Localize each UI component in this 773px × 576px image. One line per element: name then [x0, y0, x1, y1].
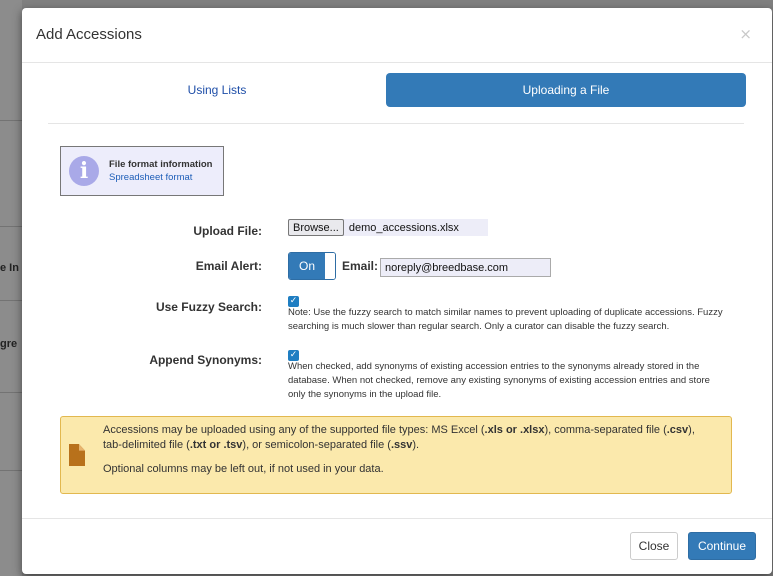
alert-text-part: ), [688, 424, 695, 436]
backdrop-divider [0, 120, 22, 121]
backdrop-text-fragment: gre [0, 338, 18, 350]
alert-ext-excel: .xls or .xlsx [484, 424, 545, 436]
continue-button[interactable]: Continue [688, 532, 756, 560]
add-accessions-dialog: Add Accessions × Using Lists Uploading a… [22, 8, 772, 574]
dialog-title: Add Accessions [36, 26, 142, 43]
fuzzy-note-line: searching is much slower than regular se… [288, 321, 670, 332]
email-alert-label: Email Alert: [195, 259, 262, 273]
browse-button[interactable]: Browse... [288, 219, 344, 236]
alert-ext-ssv: .ssv [390, 439, 413, 451]
tab-divider [48, 123, 744, 124]
file-types-alert: Accessions may be uploaded using any of … [60, 416, 732, 494]
spreadsheet-format-link[interactable]: Spreadsheet format [109, 171, 212, 184]
alert-text-part: tab-delimited file ( [103, 439, 190, 451]
alert-text-part: ), or semicolon-separated file ( [242, 439, 391, 451]
upload-file-input[interactable]: Browse... demo_accessions.xlsx [288, 219, 488, 236]
email-alert-toggle[interactable]: On [288, 252, 336, 280]
tab-using-lists[interactable]: Using Lists [48, 73, 386, 107]
backdrop-divider [0, 226, 22, 227]
info-icon: i [69, 156, 99, 186]
file-format-info-box: i File format information Spreadsheet fo… [60, 146, 224, 196]
synonyms-note-line: When checked, add synonyms of existing a… [288, 361, 700, 372]
backdrop-divider [0, 392, 22, 393]
backdrop-divider [0, 300, 22, 301]
close-icon[interactable]: × [739, 25, 752, 43]
file-format-title: File format information [109, 159, 213, 170]
close-button[interactable]: Close [630, 532, 678, 560]
tab-uploading-file[interactable]: Uploading a File [386, 73, 746, 107]
dialog-header: Add Accessions × [22, 8, 772, 63]
email-label: Email: [342, 259, 379, 273]
toggle-handle [325, 253, 335, 279]
backdrop-text-fragment: e In [0, 262, 19, 274]
upload-method-tabs: Using Lists Uploading a File [48, 73, 746, 109]
alert-text-part: Accessions may be uploaded using any of … [103, 424, 485, 436]
synonyms-note-line: only the synonyms in the upload file. [288, 389, 442, 400]
backdrop-strip-left [0, 0, 22, 576]
append-synonyms-note: When checked, add synonyms of existing a… [288, 360, 764, 402]
document-icon [69, 444, 85, 466]
append-synonyms-label: Append Synonyms: [149, 353, 262, 367]
fuzzy-search-label: Use Fuzzy Search: [155, 300, 262, 314]
alert-text: Accessions may be uploaded using any of … [103, 423, 723, 477]
alert-text-part: ), comma-separated file ( [544, 424, 667, 436]
upload-file-label: Upload File: [193, 224, 262, 238]
synonyms-note-line: database. When not checked, remove any e… [288, 375, 710, 386]
alert-ext-csv: .csv [666, 424, 689, 436]
alert-text-part: ). [412, 439, 420, 451]
dialog-footer: Close Continue [22, 518, 772, 574]
optional-columns-note: Optional columns may be left out, if not… [103, 463, 384, 475]
fuzzy-search-note: Note: Use the fuzzy search to match simi… [288, 306, 764, 334]
selected-file-name: demo_accessions.xlsx [348, 221, 459, 234]
fuzzy-note-line: Note: Use the fuzzy search to match simi… [288, 307, 723, 318]
backdrop-divider [0, 470, 22, 471]
email-field[interactable]: noreply@breedbase.com [380, 258, 551, 277]
toggle-on-label: On [289, 253, 325, 279]
alert-ext-tab: .txt or .tsv [189, 439, 243, 451]
